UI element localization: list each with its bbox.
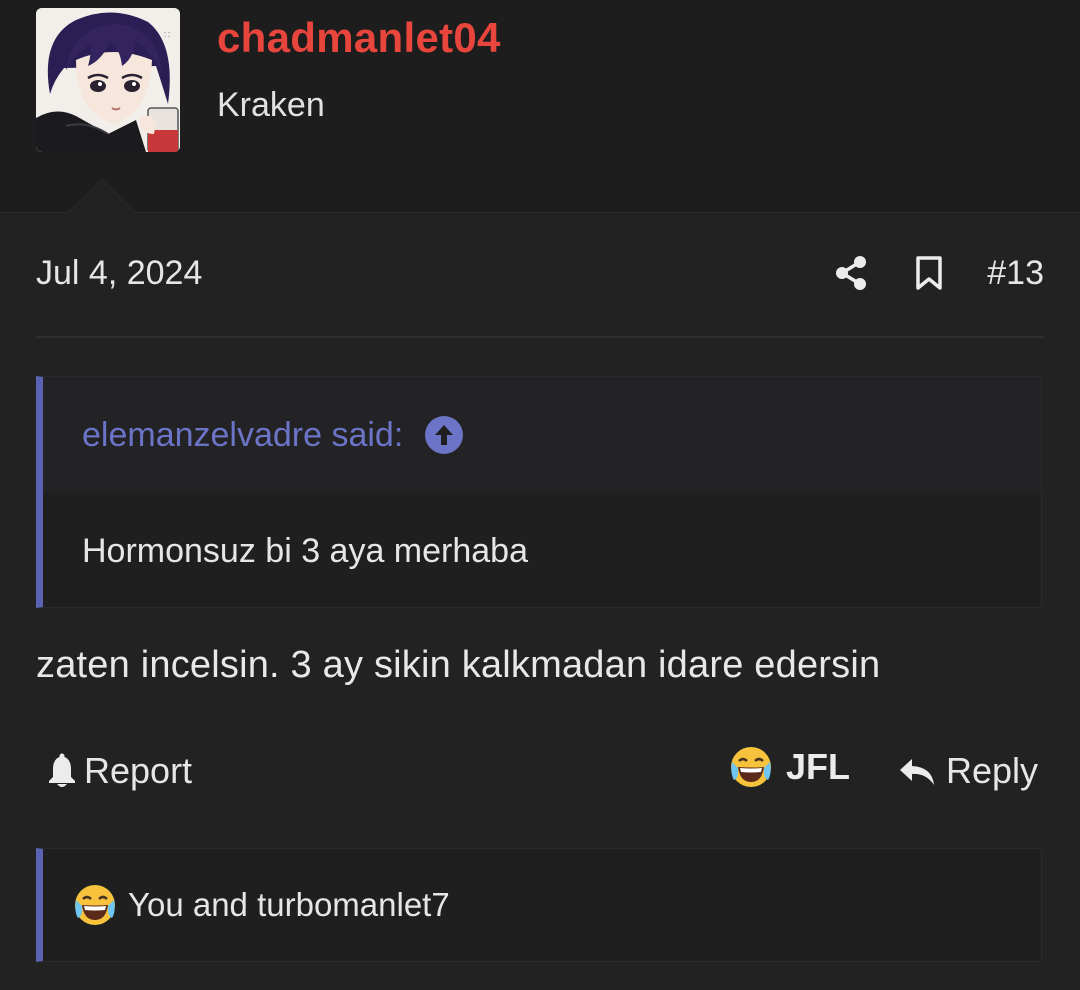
- report-label: Report: [84, 750, 193, 791]
- post-date[interactable]: Jul 4, 2024: [36, 254, 202, 293]
- laughing-crying-emoji-icon: [75, 885, 115, 925]
- report-button[interactable]: Report: [46, 750, 192, 792]
- post-meta-actions: #13: [831, 250, 1044, 296]
- bell-icon: [49, 753, 75, 787]
- reaction-button[interactable]: JFL: [728, 744, 850, 790]
- user-title: Kraken: [217, 86, 325, 124]
- reply-arrow-icon: [900, 759, 934, 785]
- header-pointer: [68, 180, 136, 213]
- username[interactable]: chadmanlet04: [217, 14, 501, 62]
- post-body: zaten incelsin. 3 ay sikin kalkmadan ida…: [36, 644, 881, 686]
- reply-button[interactable]: Reply: [898, 750, 1038, 792]
- quote-block: elemanzelvadre said: Hormonsuz bi 3 aya …: [36, 376, 1042, 608]
- user-header: ∷ chadmanlet04 Kraken: [0, 0, 1080, 213]
- svg-text:∷: ∷: [164, 30, 170, 41]
- anime-avatar-icon: ∷: [36, 8, 180, 152]
- laughing-crying-emoji-icon: [731, 747, 771, 787]
- divider: [36, 336, 1044, 338]
- bookmark-icon[interactable]: [909, 253, 949, 293]
- quote-author-link[interactable]: elemanzelvadre said:: [82, 416, 403, 455]
- reaction-label: JFL: [786, 746, 851, 787]
- quote-body: Hormonsuz bi 3 aya merhaba: [82, 532, 529, 570]
- reaction-summary-text: You and turbomanlet7: [128, 886, 450, 923]
- avatar[interactable]: ∷: [36, 8, 180, 152]
- reply-label: Reply: [946, 750, 1039, 791]
- share-icon[interactable]: [831, 253, 871, 293]
- quote-header: elemanzelvadre said:: [43, 377, 1041, 493]
- post-number-link[interactable]: #13: [987, 254, 1044, 293]
- arrow-up-circle-icon[interactable]: [425, 416, 464, 454]
- reaction-summary[interactable]: You and turbomanlet7: [36, 848, 1042, 962]
- post-container: ∷ chadmanlet04 Kraken Jul 4, 2024 #13 el…: [0, 0, 1080, 990]
